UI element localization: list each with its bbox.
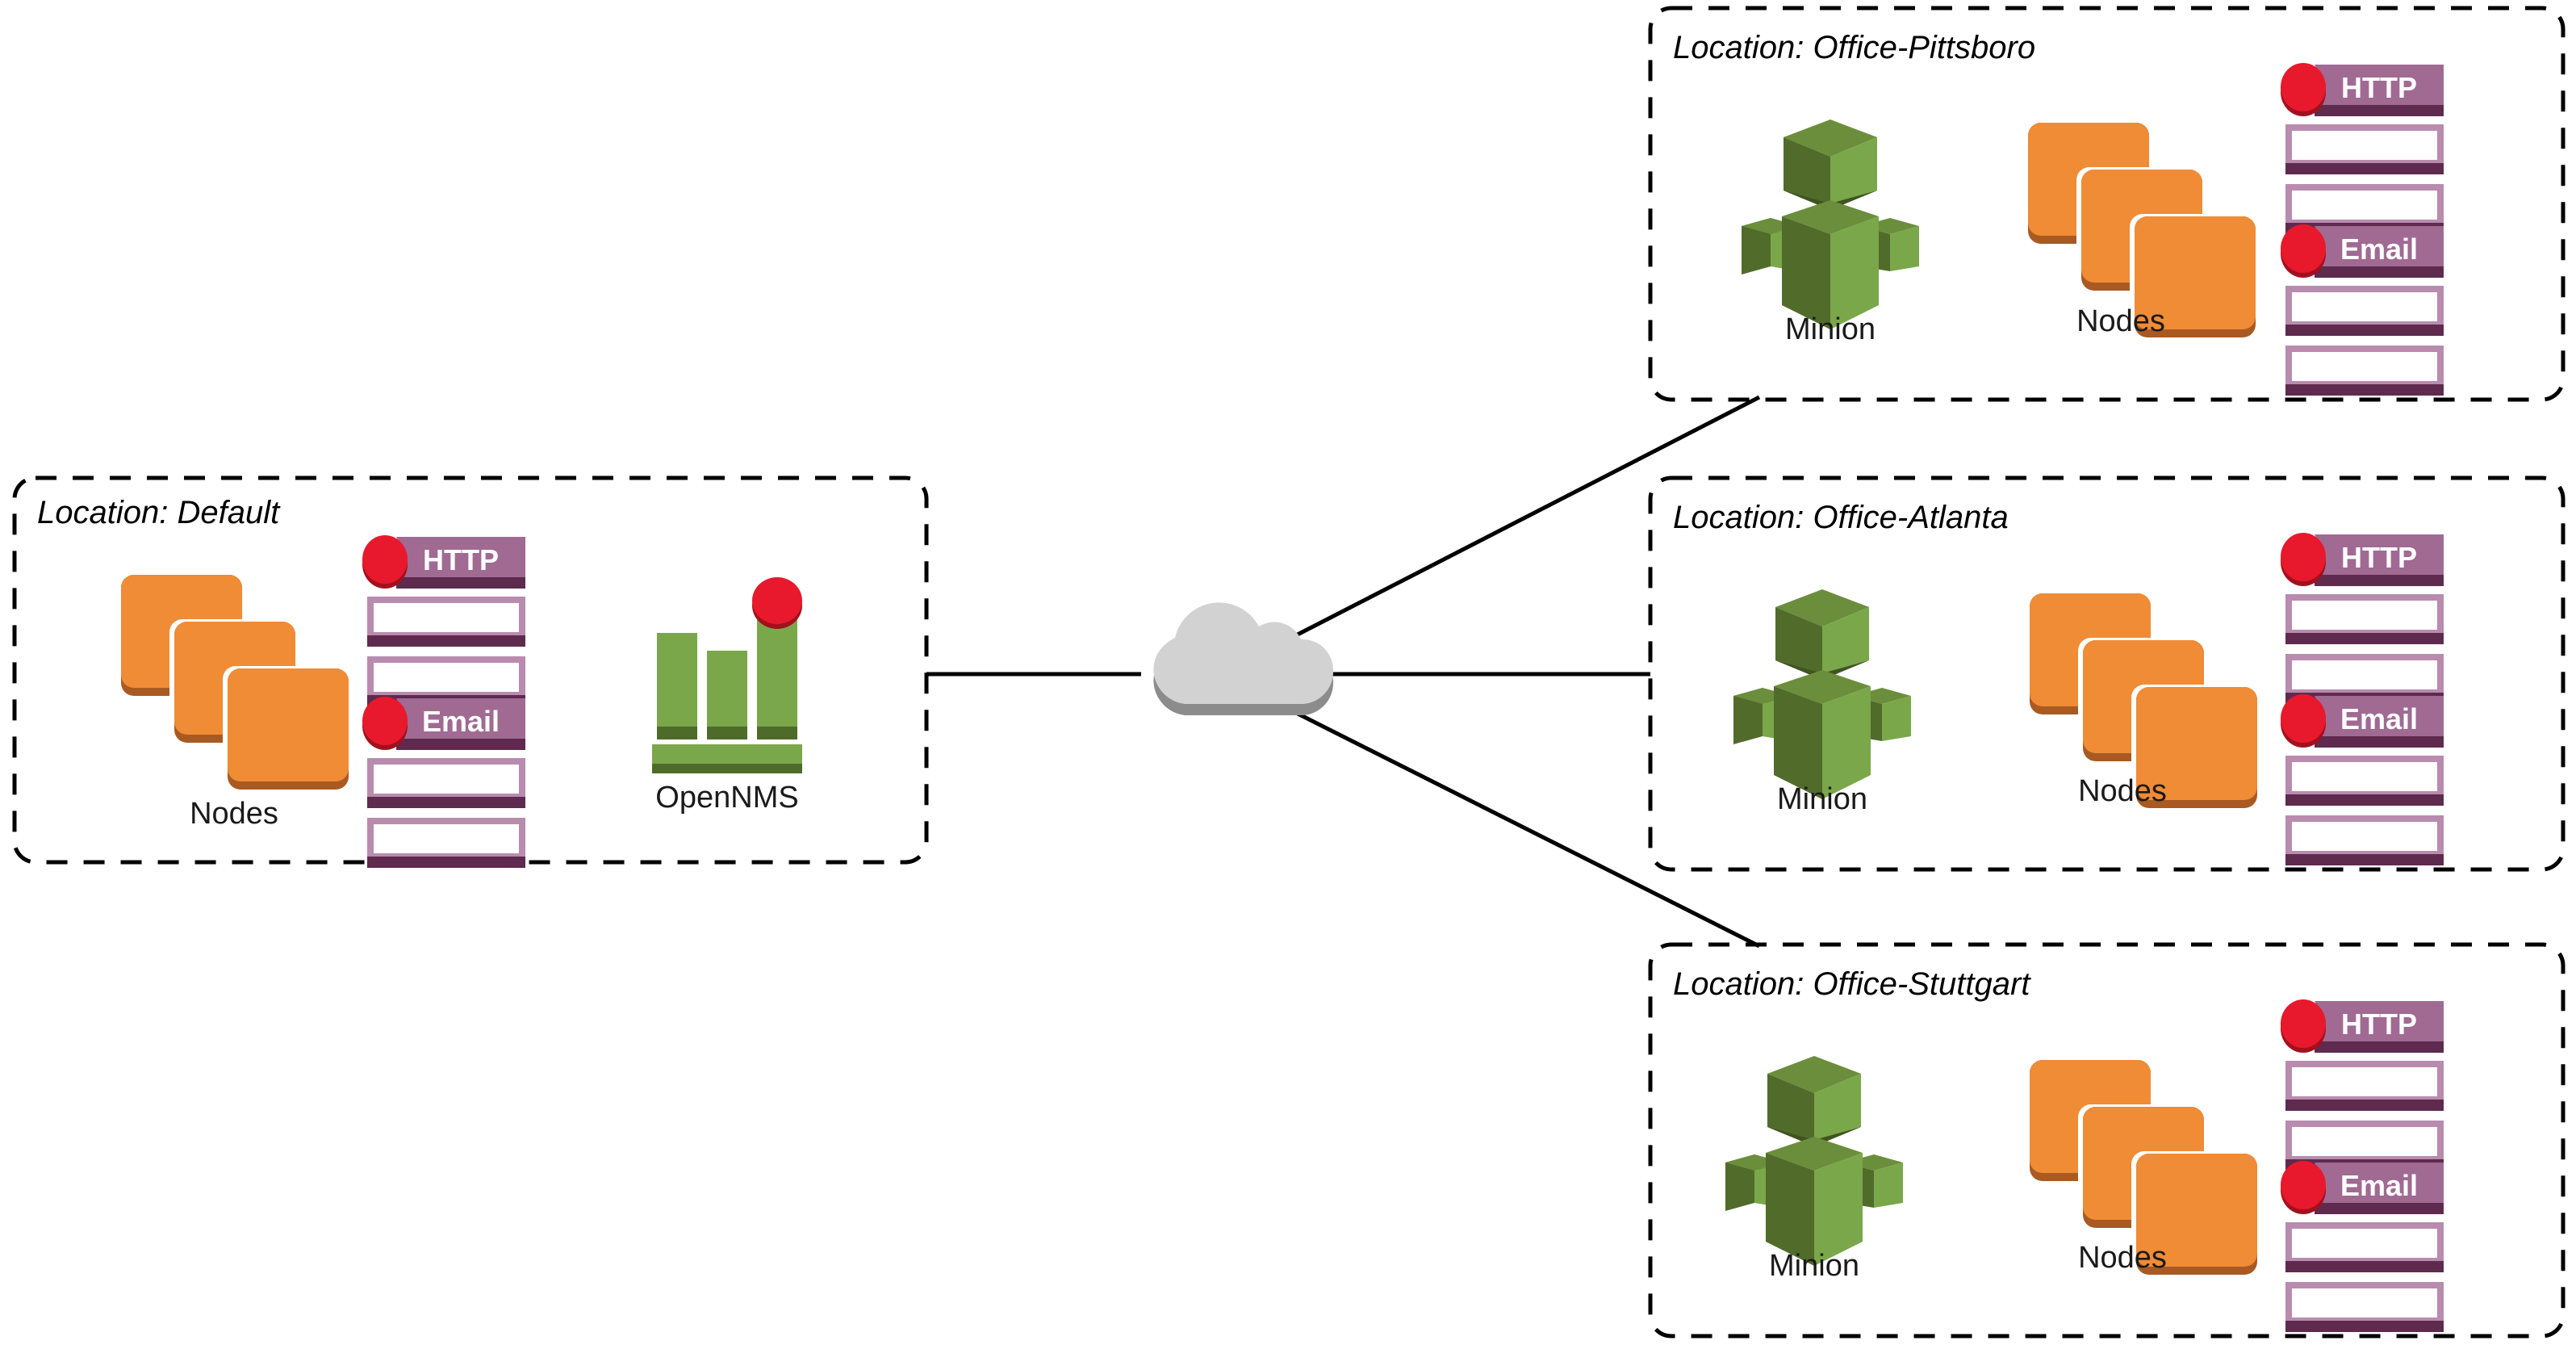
opennms-caption-default: OpenNMS: [655, 781, 798, 815]
service-label-http-stuttgart: HTTP: [2341, 1008, 2417, 1041]
nodes-caption-pittsboro: Nodes: [2076, 304, 2165, 338]
location-label-stuttgart: Location: Office-Stuttgart: [1673, 966, 2031, 1002]
location-label-default: Location: Default: [37, 495, 281, 530]
service-block-http-atlanta[interactable]: HTTP: [2281, 533, 2444, 704]
location-label-atlanta: Location: Office-Atlanta: [1673, 500, 2009, 535]
service-block-email-stuttgart[interactable]: Email: [2281, 1161, 2444, 1332]
service-block-email-default[interactable]: Email: [362, 697, 525, 868]
service-label-email-default: Email: [422, 705, 500, 738]
location-box-pittsboro[interactable]: Location: Office-Pittsboro Minion Nodes …: [1648, 6, 2566, 402]
connector-lines: [926, 395, 1761, 949]
nodes-caption-atlanta: Nodes: [2078, 774, 2167, 808]
minion-icon-atlanta[interactable]: [1733, 589, 1911, 799]
service-label-http-atlanta: HTTP: [2341, 541, 2417, 574]
minion-caption-pittsboro: Minion: [1785, 312, 1876, 346]
service-block-email-atlanta[interactable]: Email: [2281, 694, 2444, 865]
service-label-http-default: HTTP: [423, 543, 499, 576]
minion-caption-atlanta: Minion: [1777, 782, 1867, 816]
opennms-icon-default[interactable]: [652, 577, 802, 773]
nodes-icon-default[interactable]: [121, 575, 349, 790]
service-label-email-pittsboro: Email: [2340, 233, 2418, 266]
location-label-pittsboro: Location: Office-Pittsboro: [1673, 30, 2035, 65]
network-cloud[interactable]: [1153, 602, 1334, 715]
connector-cloud-to-stuttgart: [1296, 711, 1761, 949]
service-block-http-pittsboro[interactable]: HTTP: [2281, 63, 2444, 234]
location-box-stuttgart[interactable]: Location: Office-Stuttgart Minion Nodes …: [1648, 942, 2566, 1339]
service-label-email-atlanta: Email: [2340, 702, 2418, 735]
location-box-default[interactable]: Location: Default Nodes HTTP Email OpenN…: [12, 476, 929, 868]
minion-caption-stuttgart: Minion: [1769, 1249, 1859, 1283]
minion-icon-pittsboro[interactable]: [1742, 119, 1919, 329]
minion-icon-stuttgart[interactable]: [1725, 1056, 1903, 1266]
service-block-email-pittsboro[interactable]: Email: [2281, 224, 2444, 396]
location-box-atlanta[interactable]: Location: Office-Atlanta Minion Nodes HT…: [1648, 476, 2566, 872]
nodes-caption-default: Nodes: [190, 797, 278, 831]
service-label-http-pittsboro: HTTP: [2341, 71, 2417, 104]
service-block-http-stuttgart[interactable]: HTTP: [2281, 999, 2444, 1171]
nodes-caption-stuttgart: Nodes: [2078, 1241, 2167, 1275]
service-label-email-stuttgart: Email: [2340, 1169, 2418, 1202]
diagram-canvas: Location: Default Nodes HTTP Email OpenN…: [0, 0, 2576, 1349]
service-block-http-default[interactable]: HTTP: [362, 535, 525, 706]
